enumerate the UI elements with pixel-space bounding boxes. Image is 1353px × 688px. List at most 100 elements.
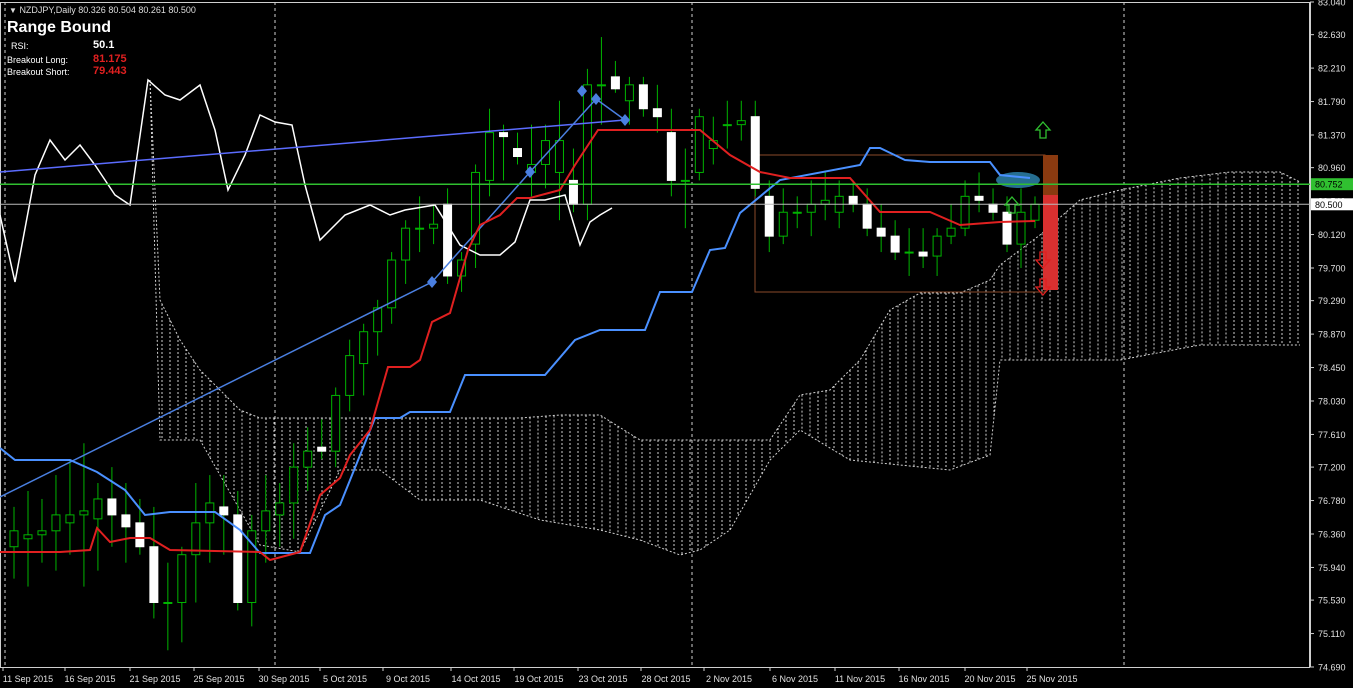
time-axis: 11 Sep 2015 16 Sep 2015 21 Sep 2015 25 Sep … <box>2 667 1078 684</box>
bull-candle <box>275 502 285 516</box>
bull-candle <box>373 307 383 333</box>
y-tick-label: 81.370 <box>1318 131 1346 141</box>
x-tick-label: 21 Sep 2015 <box>129 674 180 684</box>
breakout-long-value: 81.175 <box>93 53 127 65</box>
x-tick-label: 28 Oct 2015 <box>641 674 690 684</box>
bull-candle <box>429 223 439 229</box>
y-tick-label: 79.290 <box>1318 296 1346 306</box>
bear-candle <box>876 227 886 237</box>
x-tick-label: 16 Nov 2015 <box>898 674 949 684</box>
bear-candle <box>890 235 900 253</box>
rsi-line <box>0 78 613 283</box>
x-tick-label: 25 Nov 2015 <box>1026 674 1077 684</box>
bear-candle <box>862 203 872 229</box>
y-tick-label: 74.690 <box>1318 663 1346 673</box>
bull-candle <box>65 514 75 524</box>
overlay-title: Range Bound <box>7 19 111 36</box>
bear-candle <box>610 76 620 90</box>
x-tick-label: 23 Oct 2015 <box>578 674 627 684</box>
bull-candle <box>485 132 495 181</box>
x-tick-label: 2 Nov 2015 <box>706 674 752 684</box>
bull-candle <box>932 235 942 257</box>
bull-candle <box>778 211 788 237</box>
bull-candle <box>261 510 271 532</box>
y-tick-label: 77.200 <box>1318 463 1346 473</box>
grid-lines <box>0 2 1310 668</box>
y-tick-label: 76.780 <box>1318 496 1346 506</box>
breakout-long-label: Breakout Long: <box>7 55 69 65</box>
symbol-line: NZDJPY,Daily 80.326 80.504 80.261 80.500 <box>19 5 196 15</box>
bear-candle <box>638 84 648 110</box>
price-chart[interactable]: 83.040 82.630 82.210 81.790 81.370 80.960 80.5… <box>0 0 1353 688</box>
breakout-short-bar <box>1043 195 1058 290</box>
bull-candle <box>1030 203 1040 221</box>
breakout-short-label: Breakout Short: <box>7 67 70 77</box>
bear-candle <box>918 251 928 257</box>
x-tick-label: 25 Sep 2015 <box>193 674 244 684</box>
bull-candle <box>79 510 89 516</box>
y-tick-label: 75.110 <box>1318 629 1345 639</box>
trend-marker <box>620 114 630 126</box>
y-tick-label: 79.700 <box>1318 264 1346 274</box>
bull-candle <box>415 227 425 230</box>
bull-candle <box>37 530 47 536</box>
bear-candle <box>666 132 676 181</box>
tenkan-sen-line <box>0 129 1036 562</box>
rsi-label: RSI: <box>11 41 29 51</box>
bull-candle <box>23 534 33 540</box>
bull-candle <box>289 466 299 504</box>
y-tick-label: 75.530 <box>1318 596 1346 606</box>
bull-candle <box>303 450 313 468</box>
bear-candle <box>107 498 117 516</box>
x-tick-label: 11 Sep 2015 <box>3 674 53 684</box>
price-axis: 83.040 82.630 82.210 81.790 81.370 80.960 80.5… <box>1310 0 1353 673</box>
y-tick-label: 82.630 <box>1318 30 1346 40</box>
bull-candle <box>401 227 411 261</box>
bear-candle <box>219 506 229 516</box>
bull-candle <box>820 199 830 205</box>
bear-candle <box>652 108 662 118</box>
plot-frame <box>0 2 1310 668</box>
y-tick-label: 78.450 <box>1318 363 1346 373</box>
bull-candle <box>9 530 19 548</box>
bear-candle <box>149 546 159 603</box>
symbol-info: ▼ NZDJPY,Daily 80.326 80.504 80.261 80.5… <box>9 5 196 15</box>
current-price-label: 80.500 <box>1315 200 1343 210</box>
y-tick-label: 80.120 <box>1318 230 1346 240</box>
bull-candle <box>93 498 103 520</box>
breakout-short-value: 79.443 <box>93 65 127 77</box>
bear-candle <box>121 514 131 528</box>
green-level-label: 80.752 <box>1315 180 1343 190</box>
bull-candle <box>51 514 61 532</box>
bear-candle <box>135 522 145 548</box>
x-tick-label: 6 Nov 2015 <box>772 674 818 684</box>
bear-candle <box>499 132 509 138</box>
bear-candle <box>764 195 774 237</box>
y-tick-label: 80.960 <box>1318 163 1346 173</box>
x-tick-label: 5 Oct 2015 <box>323 674 367 684</box>
dropdown-icon[interactable]: ▼ <box>9 6 17 15</box>
bull-candle <box>806 203 816 213</box>
bull-candle <box>960 195 970 229</box>
bull-candle <box>624 84 634 102</box>
x-tick-label: 30 Sep 2015 <box>258 674 309 684</box>
bull-candle <box>904 251 914 254</box>
bull-candle <box>345 355 355 396</box>
x-tick-label: 19 Oct 2015 <box>514 674 563 684</box>
bear-candle <box>848 195 858 205</box>
arrow-up-icon <box>1034 121 1052 139</box>
bull-candle <box>331 394 341 452</box>
y-tick-label: 78.030 <box>1318 397 1346 407</box>
bear-candle <box>317 446 327 452</box>
bear-candle <box>1002 211 1012 245</box>
y-tick-label: 83.040 <box>1318 0 1346 8</box>
bull-candle <box>792 211 802 214</box>
bull-candle <box>596 84 606 87</box>
bear-candle <box>974 195 984 201</box>
kijun-sen-line <box>0 147 1031 554</box>
x-tick-label: 11 Nov 2015 <box>835 674 885 684</box>
bull-candle <box>163 601 173 604</box>
bull-candle <box>554 140 564 173</box>
y-tick-label: 75.940 <box>1318 563 1346 573</box>
senkou-span-a <box>149 79 1301 441</box>
